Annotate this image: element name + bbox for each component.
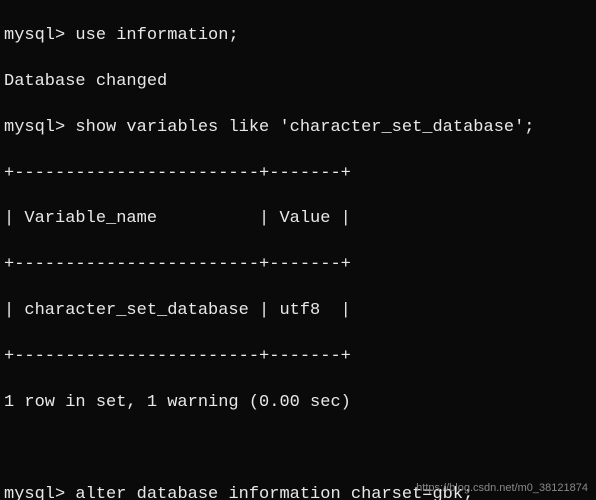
prompt: mysql> <box>4 485 65 500</box>
table-header: | Variable_name | Value | <box>4 208 596 231</box>
prompt: mysql> <box>4 26 65 45</box>
blank-line <box>4 438 596 461</box>
response-1: Database changed <box>4 71 596 94</box>
command-text: alter database information charset=gbk; <box>75 485 473 500</box>
watermark-text: https://blog.csdn.net/m0_38121874 <box>416 481 588 496</box>
table-sep: +------------------------+-------+ <box>4 254 596 277</box>
cmd-line-2: mysql> show variables like 'character_se… <box>4 117 596 140</box>
cmd-line-1: mysql> use information; <box>4 25 596 48</box>
result-summary: 1 row in set, 1 warning (0.00 sec) <box>4 392 596 415</box>
terminal-output: mysql> use information; Database changed… <box>0 0 596 500</box>
command-text: use information; <box>75 26 238 45</box>
table-sep: +------------------------+-------+ <box>4 163 596 186</box>
prompt: mysql> <box>4 118 65 137</box>
command-text: show variables like 'character_set_datab… <box>75 118 534 137</box>
table-sep: +------------------------+-------+ <box>4 346 596 369</box>
table-row: | character_set_database | utf8 | <box>4 300 596 323</box>
